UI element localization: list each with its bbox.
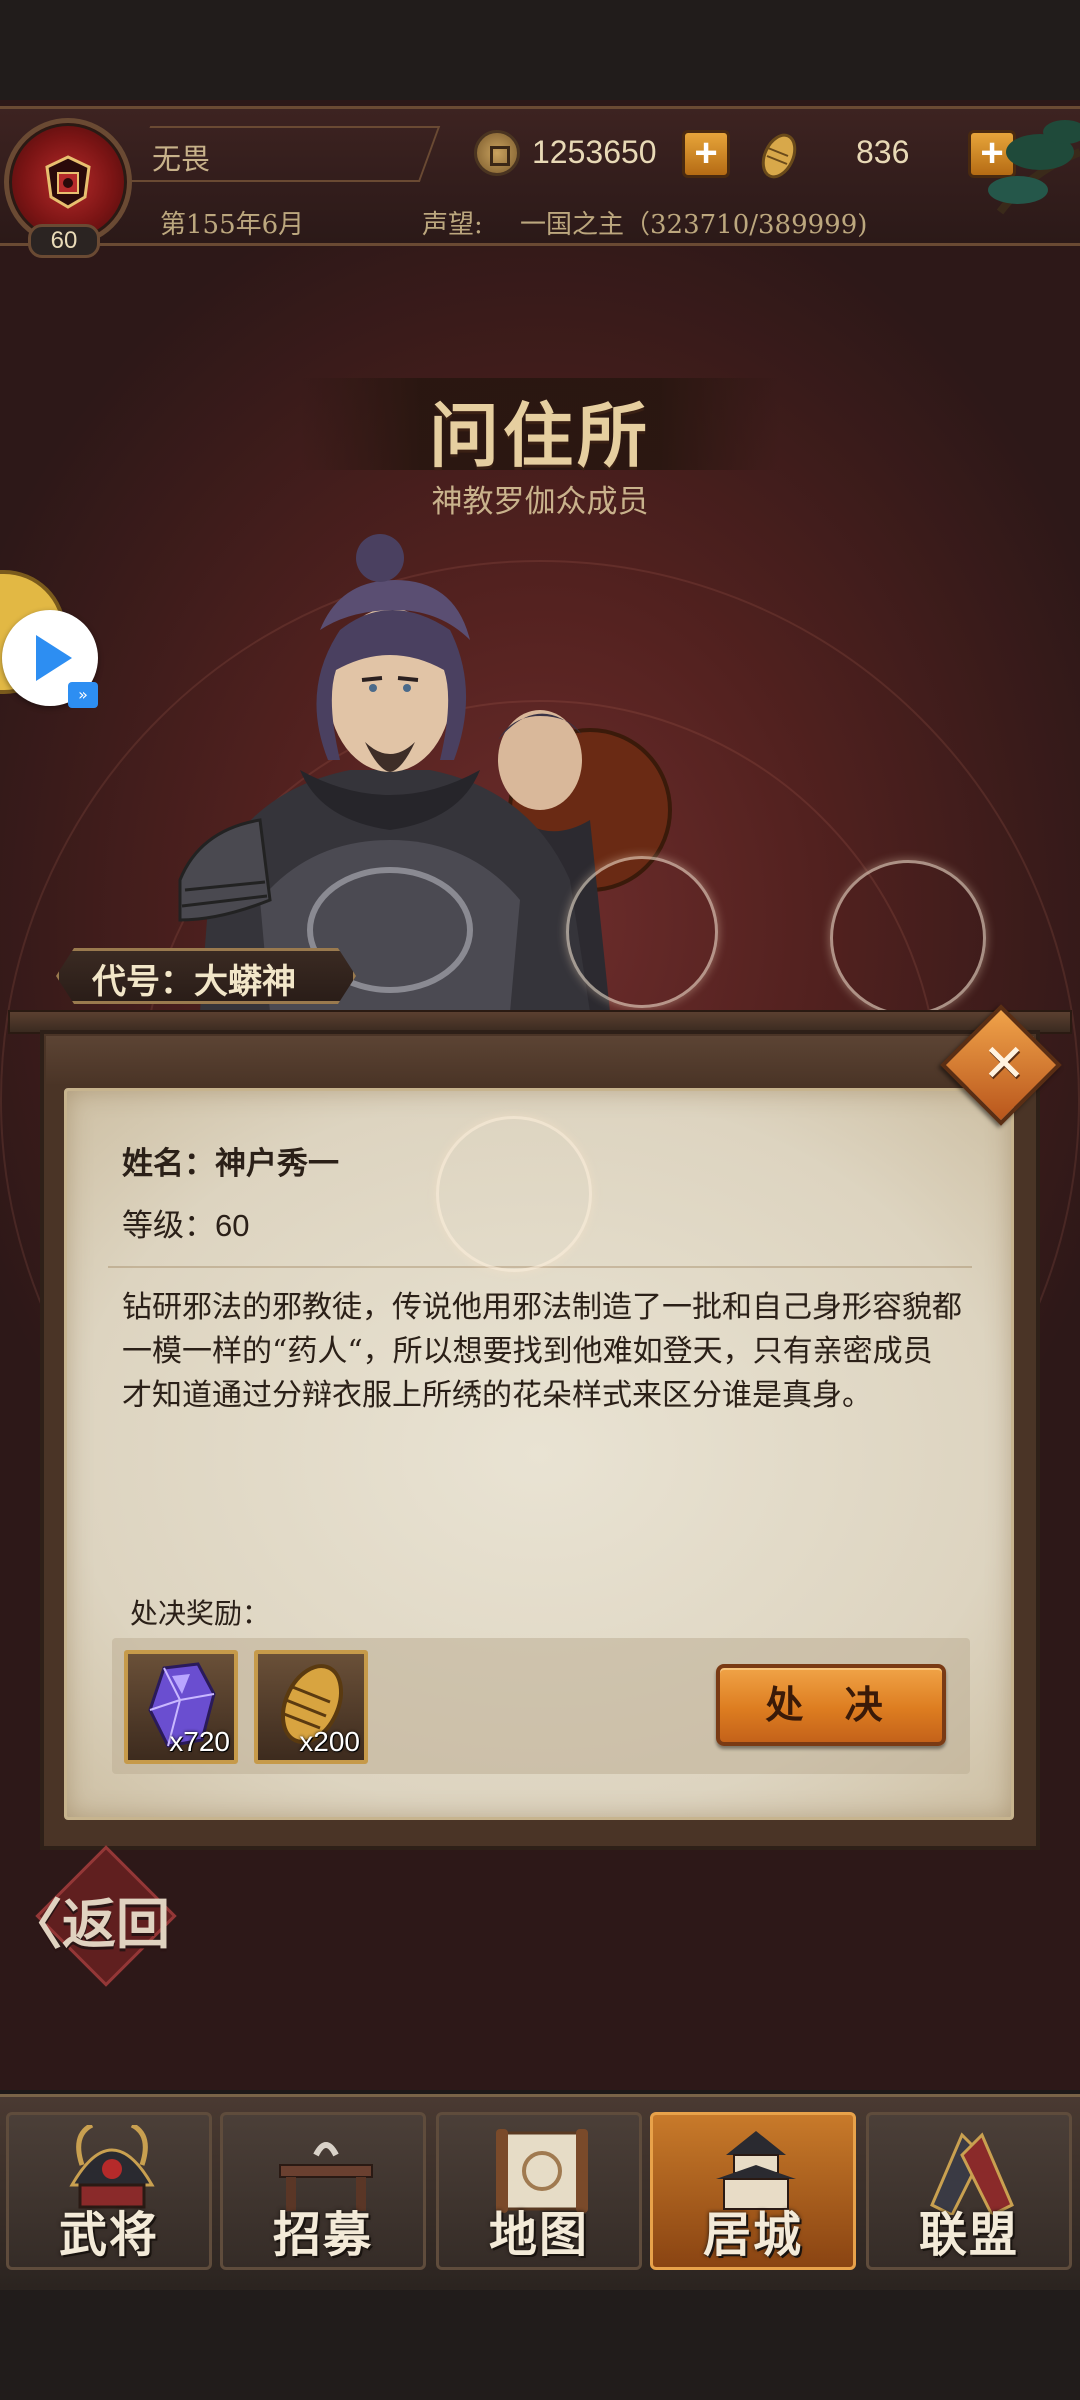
close-icon: ✕ xyxy=(982,1034,1026,1094)
tap-indicator-ring xyxy=(436,1116,592,1272)
player-name: 无畏 xyxy=(152,142,211,176)
tab-label: 联盟 xyxy=(918,2207,1019,2263)
prestige-value: 一国之主（323710/389999) xyxy=(520,210,868,240)
character-description: 钻研邪法的邪教徒，传说他用邪法制造了一批和自己身形容貌都一模一样的“药人“，所以… xyxy=(122,1290,962,1413)
reward-item-ingot[interactable]: x200 xyxy=(254,1650,368,1764)
tab-recruit[interactable]: 招募 xyxy=(220,2112,426,2270)
info-panel-header xyxy=(46,1036,1034,1086)
character-level-value: 60 xyxy=(215,1208,250,1243)
back-button[interactable]: 〈返回 xyxy=(8,1880,170,1959)
character-level-label: 等级： xyxy=(122,1208,215,1244)
game-date: 第155年6月 xyxy=(160,210,305,240)
back-label: 返回 xyxy=(62,1892,170,1956)
bottom-safe-area xyxy=(0,2290,1080,2400)
pine-decoration-icon xyxy=(988,120,1080,215)
execute-button[interactable]: 处 决 xyxy=(716,1664,946,1746)
reward-label: 处决奖励： xyxy=(130,1597,271,1630)
code-name: 代号：大蟒神 xyxy=(92,962,296,1002)
tab-generals[interactable]: 武将 xyxy=(6,2112,212,2270)
prestige-label: 声望: xyxy=(422,210,483,240)
reward-item-crystal[interactable]: x720 xyxy=(124,1650,238,1764)
coin-amount: 1253650 xyxy=(532,134,657,170)
page-title: 问住所 xyxy=(429,394,651,477)
character-name: 姓名：神户秀一 xyxy=(122,1146,339,1182)
character-level: 等级：60 xyxy=(122,1200,249,1245)
reward-qty: x200 xyxy=(299,1726,360,1757)
back-arrow-icon: 〈 xyxy=(8,1892,62,1956)
clan-crest-icon xyxy=(45,155,91,209)
tab-label: 武将 xyxy=(58,2207,159,2263)
fast-forward-icon: » xyxy=(68,682,98,708)
copper-coin-icon xyxy=(474,130,520,176)
tab-alliance[interactable]: 联盟 xyxy=(866,2112,1072,2270)
status-bar-area xyxy=(0,0,1080,100)
gold-ingot-icon xyxy=(761,133,797,179)
ingot-amount: 836 xyxy=(856,134,910,170)
tab-label: 地图 xyxy=(488,2207,589,2263)
tab-castle[interactable]: 居城 xyxy=(650,2112,856,2270)
tab-map[interactable]: 地图 xyxy=(436,2112,642,2270)
play-icon xyxy=(36,635,72,681)
tab-label: 招募 xyxy=(272,2207,373,2263)
tap-indicator-ring xyxy=(830,860,986,1016)
add-coins-button[interactable]: + xyxy=(682,130,730,178)
page-subtitle: 神教罗伽众成员 xyxy=(431,484,649,520)
reward-qty: x720 xyxy=(169,1726,230,1757)
tap-indicator-ring xyxy=(566,856,718,1008)
player-level-badge: 60 xyxy=(28,224,100,258)
tab-label: 居城 xyxy=(702,2207,803,2263)
